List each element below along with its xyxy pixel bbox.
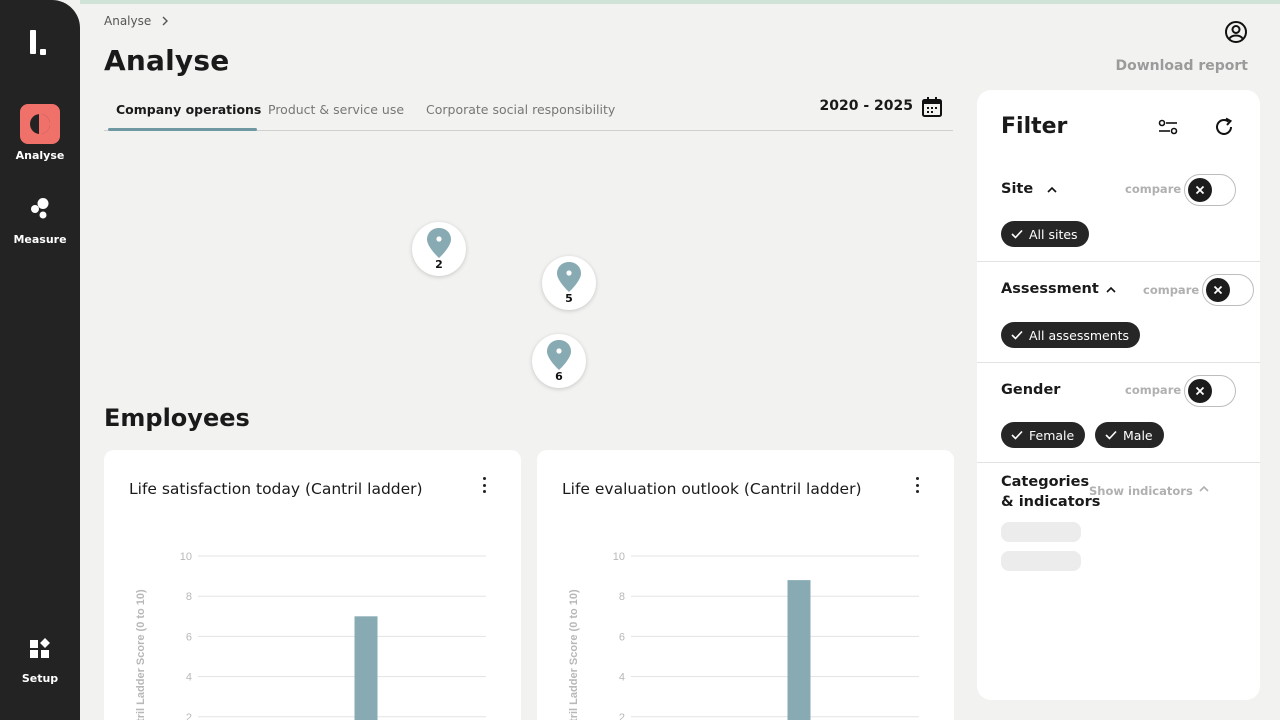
tab-corporate-social-responsibility[interactable]: Corporate social responsibility xyxy=(426,102,615,129)
y-tick-label: 6 xyxy=(186,631,192,643)
analyse-icon xyxy=(20,104,60,144)
bar xyxy=(354,616,378,720)
pin-count: 5 xyxy=(565,292,573,305)
close-icon xyxy=(1188,178,1212,202)
compare-toggle[interactable] xyxy=(1184,375,1236,407)
bar-chart: 10 8 6 4 2 Cantril Ladder Score (0 to 10) xyxy=(568,551,919,720)
filter-chip[interactable]: Female xyxy=(1001,422,1086,448)
bar xyxy=(787,580,811,720)
show-indicators-button[interactable]: Show indicators xyxy=(1089,484,1193,498)
map-pin-cluster[interactable]: 2 xyxy=(412,222,466,276)
download-report-button[interactable]: Download report xyxy=(1115,58,1248,74)
categories-label-line1: Categories xyxy=(1001,474,1090,490)
sidebar-item-setup[interactable]: Setup xyxy=(0,634,80,685)
check-icon xyxy=(1105,430,1117,440)
location-pin-icon xyxy=(557,262,581,292)
y-tick-label: 4 xyxy=(619,672,625,684)
filter-section-label: Gender xyxy=(1001,382,1061,398)
user-account-icon[interactable] xyxy=(1224,20,1248,44)
y-axis-label: Cantril Ladder Score (0 to 10) xyxy=(568,589,580,720)
filter-chip[interactable]: All assessments xyxy=(1001,322,1141,348)
y-tick-label: 4 xyxy=(186,672,192,684)
refresh-icon[interactable] xyxy=(1213,116,1235,138)
filter-section-site: Site compare All sites xyxy=(977,162,1260,262)
filter-section-label: Categories & indicators xyxy=(1001,472,1100,512)
check-icon xyxy=(1011,229,1023,239)
y-tick-label: 8 xyxy=(186,591,192,603)
y-tick-label: 2 xyxy=(619,712,625,720)
y-tick-label: 10 xyxy=(613,551,625,563)
calendar-icon[interactable] xyxy=(921,96,943,118)
chevron-right-icon xyxy=(162,16,169,26)
chevron-up-icon[interactable] xyxy=(1045,183,1059,197)
filter-section-label: Site xyxy=(1001,181,1034,197)
loading-skeleton xyxy=(1001,522,1081,542)
location-pin-icon xyxy=(547,340,571,370)
filter-section-label: Assessment xyxy=(1001,281,1099,297)
y-tick-label: 2 xyxy=(186,712,192,720)
compare-toggle[interactable] xyxy=(1184,174,1236,206)
compare-label: compare xyxy=(1125,182,1182,196)
sidebar-item-label: Analyse xyxy=(15,149,65,162)
filter-section-assessment: Assessment compare All assessments xyxy=(977,262,1260,363)
chart-title: Life satisfaction today (Cantril ladder) xyxy=(129,480,423,498)
more-options-icon[interactable] xyxy=(475,476,493,494)
filter-chip[interactable]: Male xyxy=(1095,422,1164,448)
sidebar-item-analyse[interactable]: Analyse xyxy=(0,104,80,162)
categories-label-line2: & indicators xyxy=(1001,494,1101,510)
compare-label: compare xyxy=(1143,283,1200,297)
close-icon xyxy=(1206,278,1230,302)
filter-section-categories: Categories & indicators Show indicators xyxy=(977,463,1260,583)
map-pin-cluster[interactable]: 5 xyxy=(542,256,596,310)
y-tick-label: 8 xyxy=(619,591,625,603)
check-icon xyxy=(1011,430,1023,440)
chip-label: All sites xyxy=(1029,226,1078,242)
compare-label: compare xyxy=(1125,383,1182,397)
check-icon xyxy=(1011,330,1023,340)
filter-settings-icon[interactable] xyxy=(1157,116,1179,138)
sidebar-item-measure[interactable]: Measure xyxy=(0,192,80,246)
top-accent-line xyxy=(80,0,1280,4)
section-title: Employees xyxy=(104,404,250,432)
sites-map[interactable]: 2 5 6 xyxy=(104,131,953,396)
y-axis-label: Cantril Ladder Score (0 to 10) xyxy=(135,589,147,720)
location-pin-icon xyxy=(427,228,451,258)
sidebar: Analyse Measure Setup xyxy=(0,0,80,720)
breadcrumb-item[interactable]: Analyse xyxy=(104,14,151,28)
filter-panel: Filter Site compare All sites Assessment… xyxy=(977,90,1260,700)
chart-title: Life evaluation outlook (Cantril ladder) xyxy=(562,480,862,498)
pin-count: 2 xyxy=(435,258,443,271)
pin-count: 6 xyxy=(555,370,563,383)
setup-icon xyxy=(20,634,60,664)
chart-card: Life satisfaction today (Cantril ladder)… xyxy=(104,450,521,720)
bar-chart: 10 8 6 4 2 Cantril Ladder Score (0 to 10) xyxy=(135,551,486,720)
close-icon xyxy=(1188,379,1212,403)
sidebar-item-label: Measure xyxy=(13,233,67,246)
chevron-up-icon[interactable] xyxy=(1104,283,1118,297)
chart-card: Life evaluation outlook (Cantril ladder)… xyxy=(537,450,954,720)
tab-company-operations[interactable]: Company operations xyxy=(116,102,261,129)
date-range[interactable]: 2020 - 2025 xyxy=(820,98,914,114)
y-tick-label: 10 xyxy=(180,551,192,563)
filter-chip[interactable]: All sites xyxy=(1001,221,1089,247)
sidebar-item-label: Setup xyxy=(21,672,59,685)
breadcrumb: Analyse xyxy=(104,14,169,28)
chevron-up-icon[interactable] xyxy=(1197,482,1211,496)
y-tick-label: 6 xyxy=(619,631,625,643)
compare-toggle[interactable] xyxy=(1202,274,1254,306)
page-title: Analyse xyxy=(104,44,230,77)
filter-section-gender: Gender compare Female Male xyxy=(977,363,1260,463)
map-pin-cluster[interactable]: 6 xyxy=(532,334,586,388)
app-logo[interactable] xyxy=(28,28,54,58)
tab-product-service-use[interactable]: Product & service use xyxy=(268,102,404,129)
chip-label: All assessments xyxy=(1029,327,1130,343)
measure-icon xyxy=(20,192,60,224)
filter-title: Filter xyxy=(1001,114,1068,139)
more-options-icon[interactable] xyxy=(908,476,926,494)
chip-label: Female xyxy=(1029,427,1075,443)
loading-skeleton xyxy=(1001,551,1081,571)
tab-bar: Company operations Product & service use… xyxy=(104,96,953,131)
chip-label: Male xyxy=(1123,427,1153,443)
